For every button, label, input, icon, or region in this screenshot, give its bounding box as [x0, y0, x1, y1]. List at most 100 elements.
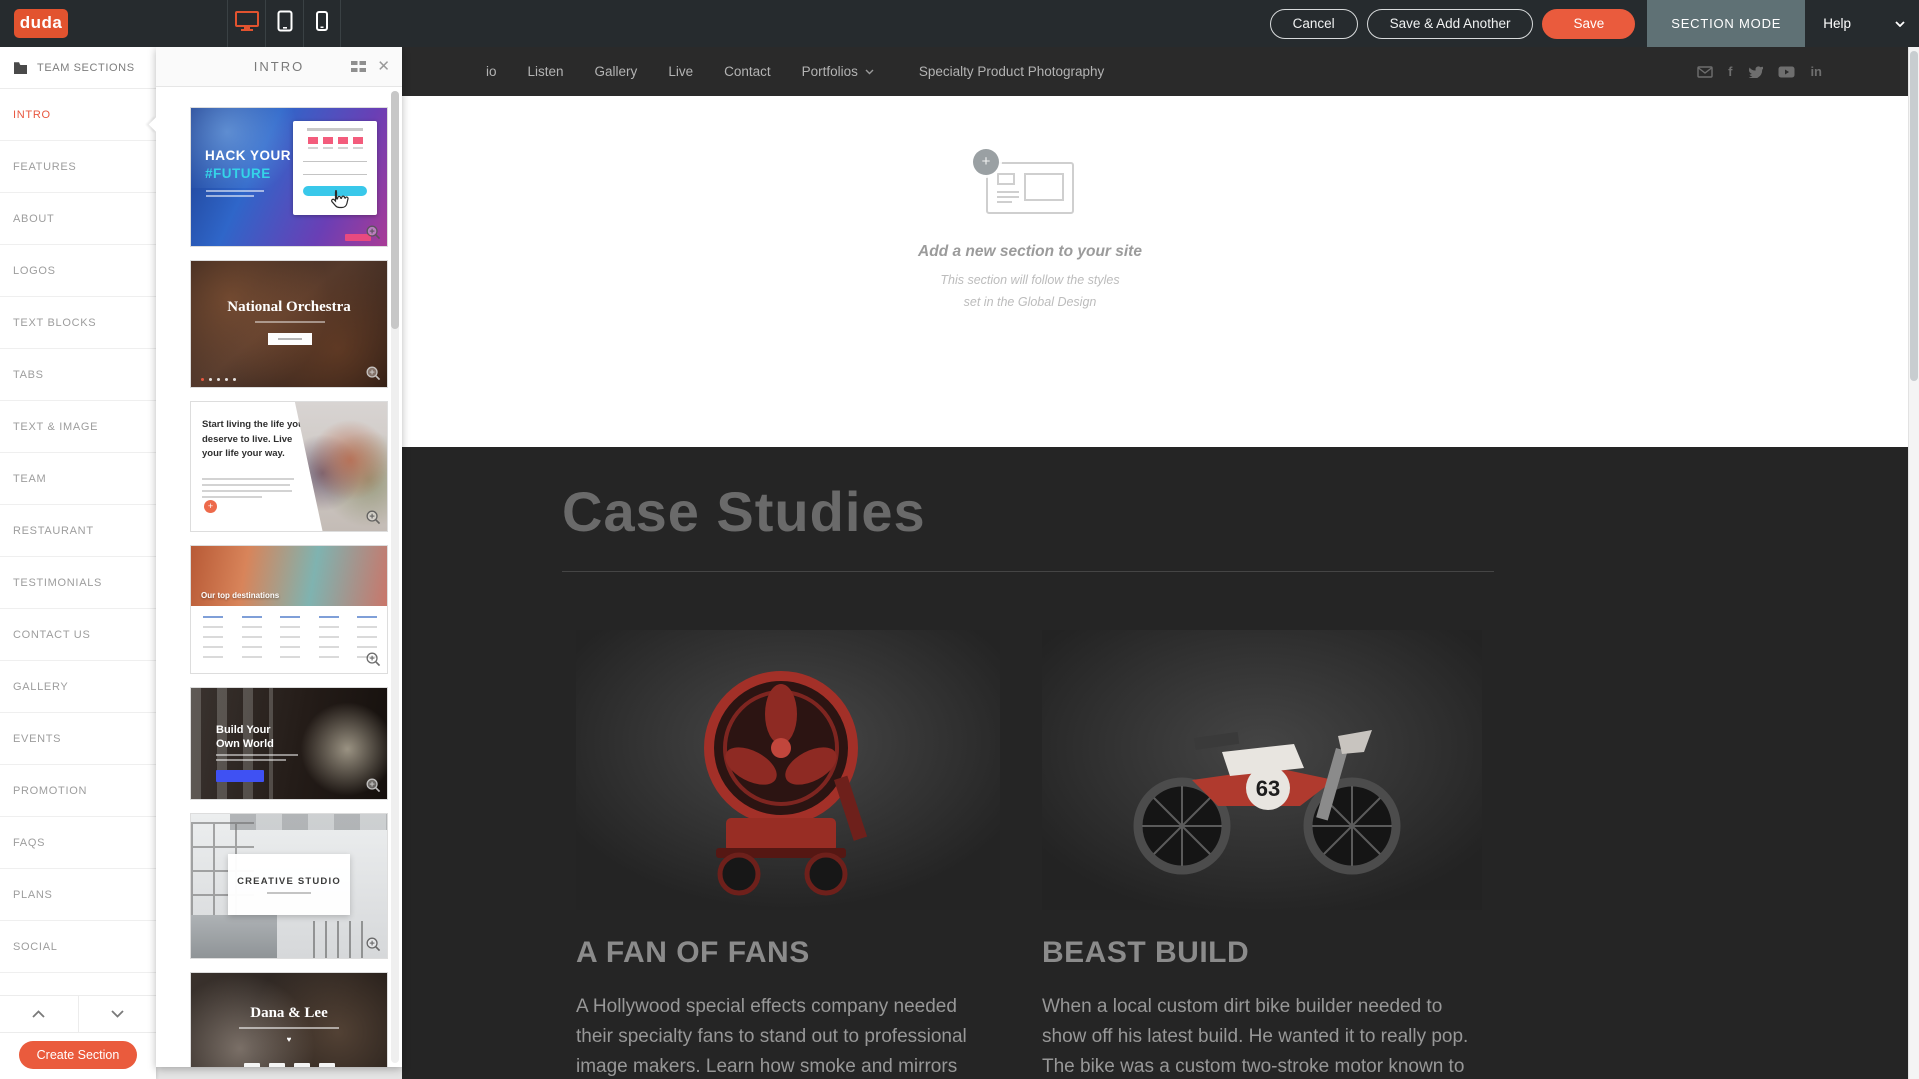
sidebar-item-text-blocks[interactable]: TEXT BLOCKS	[0, 297, 156, 349]
mobile-view-button[interactable]	[303, 0, 341, 47]
case-study-heading: BEAST BUILD	[1042, 936, 1482, 970]
panel-scrollbar-thumb[interactable]	[391, 91, 399, 329]
scroll-up-button[interactable]	[0, 996, 79, 1032]
duda-logo[interactable]: duda	[14, 9, 68, 38]
save-and-add-another-button[interactable]: Save & Add Another	[1367, 9, 1534, 39]
studio-card: CREATIVE STUDIO	[228, 854, 350, 914]
section-heading: Case Studies	[562, 479, 926, 544]
sidebar-item-label: FEATURES	[13, 161, 76, 173]
grid-view-icon[interactable]	[351, 60, 366, 78]
desktop-view-button[interactable]	[227, 0, 265, 47]
help-menu[interactable]: Help	[1805, 16, 1919, 31]
nav-item-studio[interactable]: io	[486, 64, 497, 79]
site-navigation-bar: io Listen Gallery Live Contact Portfolio…	[402, 47, 1908, 96]
sidebar-item-plans[interactable]: PLANS	[0, 869, 156, 921]
panel-thumbnail-list: HACK YOUR #FUTURE National Orchestra	[156, 87, 402, 1067]
linkedin-icon[interactable]: in	[1810, 64, 1822, 79]
pagination-dots	[201, 378, 236, 381]
thumbnail-art	[313, 921, 372, 958]
zoom-preview-icon[interactable]	[365, 509, 382, 526]
thumbnail-headline: Dana & Lee	[191, 1005, 387, 1022]
sidebar-item-intro[interactable]: INTRO	[0, 89, 156, 141]
sidebar-item-about[interactable]: ABOUT	[0, 193, 156, 245]
sidebar-item-label: TABS	[13, 369, 44, 381]
window-scrollbar-track[interactable]	[1908, 47, 1919, 1079]
sidebar-item-team[interactable]: TEAM	[0, 453, 156, 505]
youtube-icon[interactable]	[1778, 66, 1795, 78]
section-thumbnail-top-destinations[interactable]: Our top destinations	[190, 545, 388, 674]
section-thumbnail-hack-your-future[interactable]: HACK YOUR #FUTURE	[190, 107, 388, 247]
sidebar-item-label: GALLERY	[13, 681, 68, 693]
sidebar-item-promotion[interactable]: PROMOTION	[0, 765, 156, 817]
nav-item-contact[interactable]: Contact	[724, 64, 771, 79]
add-section-title: Add a new section to your site	[832, 243, 1228, 261]
cancel-button[interactable]: Cancel	[1270, 9, 1358, 39]
sidebar-item-events[interactable]: EVENTS	[0, 713, 156, 765]
fan-machine-image	[576, 630, 1000, 910]
sidebar-item-label: TEXT BLOCKS	[13, 317, 96, 329]
sidebar-item-label: PROMOTION	[13, 785, 87, 797]
section-thumbnail-dana-and-lee[interactable]: Dana & Lee ♥	[190, 972, 388, 1067]
dirt-bike-image: 63	[1042, 630, 1482, 910]
chevron-down-icon	[1895, 21, 1905, 27]
sidebar-item-label: FAQS	[13, 837, 45, 849]
zoom-preview-icon[interactable]	[365, 651, 382, 668]
section-thumbnail-creative-studio[interactable]: CREATIVE STUDIO	[190, 813, 388, 959]
sidebar-item-tabs[interactable]: TABS	[0, 349, 156, 401]
tablet-icon	[277, 10, 293, 37]
section-thumbnail-build-your-own-world[interactable]: Build Your Own World	[190, 687, 388, 800]
sidebar-item-testimonials[interactable]: TESTIMONIALS	[0, 557, 156, 609]
window-scrollbar-thumb[interactable]	[1910, 51, 1918, 381]
nav-item-listen[interactable]: Listen	[528, 64, 564, 79]
folder-icon	[13, 61, 28, 74]
sidebar-item-contact-us[interactable]: CONTACT US	[0, 609, 156, 661]
sidebar-item-label: TEAM	[13, 473, 46, 485]
intro-sections-panel: INTRO ✕ HACK YOUR #FUTURE National	[156, 47, 402, 1067]
panel-header: INTRO ✕	[156, 47, 402, 87]
sidebar-item-social[interactable]: SOCIAL	[0, 921, 156, 973]
nav-item-gallery[interactable]: Gallery	[595, 64, 638, 79]
zoom-preview-icon[interactable]	[365, 365, 382, 382]
sidebar-item-text-and-image[interactable]: TEXT & IMAGE	[0, 401, 156, 453]
help-label: Help	[1823, 16, 1851, 31]
zoom-preview-icon[interactable]	[365, 224, 382, 241]
sidebar-item-gallery[interactable]: GALLERY	[0, 661, 156, 713]
thumbnail-photo: Our top destinations	[191, 546, 387, 606]
twitter-icon[interactable]	[1747, 65, 1763, 78]
sidebar-item-restaurant[interactable]: RESTAURANT	[0, 505, 156, 557]
add-section-subtitle: This section will follow the styles set …	[832, 270, 1228, 314]
sidebar-item-features[interactable]: FEATURES	[0, 141, 156, 193]
scroll-down-button[interactable]	[79, 996, 157, 1032]
sidebar-item-label: LOGOS	[13, 265, 56, 277]
sections-sidebar: TEAM SECTIONS INTRO FEATURES ABOUT LOGOS…	[0, 47, 156, 1079]
nav-item-portfolios[interactable]: Portfolios	[802, 64, 874, 79]
case-study-card: A FAN OF FANS A Hollywood special effect…	[576, 630, 1000, 1079]
zoom-preview-icon[interactable]	[365, 777, 382, 794]
add-section-drop-zone[interactable]: + Add a new section to your site This se…	[402, 96, 1908, 447]
sidebar-item-label: RESTAURANT	[13, 525, 94, 537]
sidebar-item-label: PLANS	[13, 889, 53, 901]
facebook-icon[interactable]: f	[1728, 64, 1732, 79]
nav-item-live[interactable]: Live	[668, 64, 693, 79]
chevron-up-icon	[32, 1010, 45, 1018]
section-thumbnail-national-orchestra[interactable]: National Orchestra	[190, 260, 388, 388]
case-study-body: A Hollywood special effects company need…	[576, 992, 968, 1079]
tablet-view-button[interactable]	[265, 0, 303, 47]
sidebar-item-label: CONTACT US	[13, 629, 91, 641]
email-icon[interactable]	[1697, 66, 1713, 78]
nav-item-specialty-product-photography[interactable]: Specialty Product Photography	[919, 64, 1104, 79]
save-button[interactable]: Save	[1542, 9, 1635, 39]
create-section-button[interactable]: Create Section	[19, 1041, 137, 1069]
thumbnail-headline: HACK YOUR	[205, 148, 291, 163]
device-switcher	[227, 0, 341, 47]
sidebar-item-logos[interactable]: LOGOS	[0, 245, 156, 297]
mobile-icon	[316, 11, 328, 36]
section-thumbnail-start-living[interactable]: Start living the life you deserve to liv…	[190, 401, 388, 532]
sidebar-item-label: SOCIAL	[13, 941, 58, 953]
zoom-preview-icon[interactable]	[365, 936, 382, 953]
destinations-table	[203, 616, 377, 666]
sidebar-item-faqs[interactable]: FAQS	[0, 817, 156, 869]
sidebar-item-label: TESTIMONIALS	[13, 577, 102, 589]
thumbnail-art	[191, 915, 277, 958]
close-icon[interactable]: ✕	[377, 57, 390, 77]
